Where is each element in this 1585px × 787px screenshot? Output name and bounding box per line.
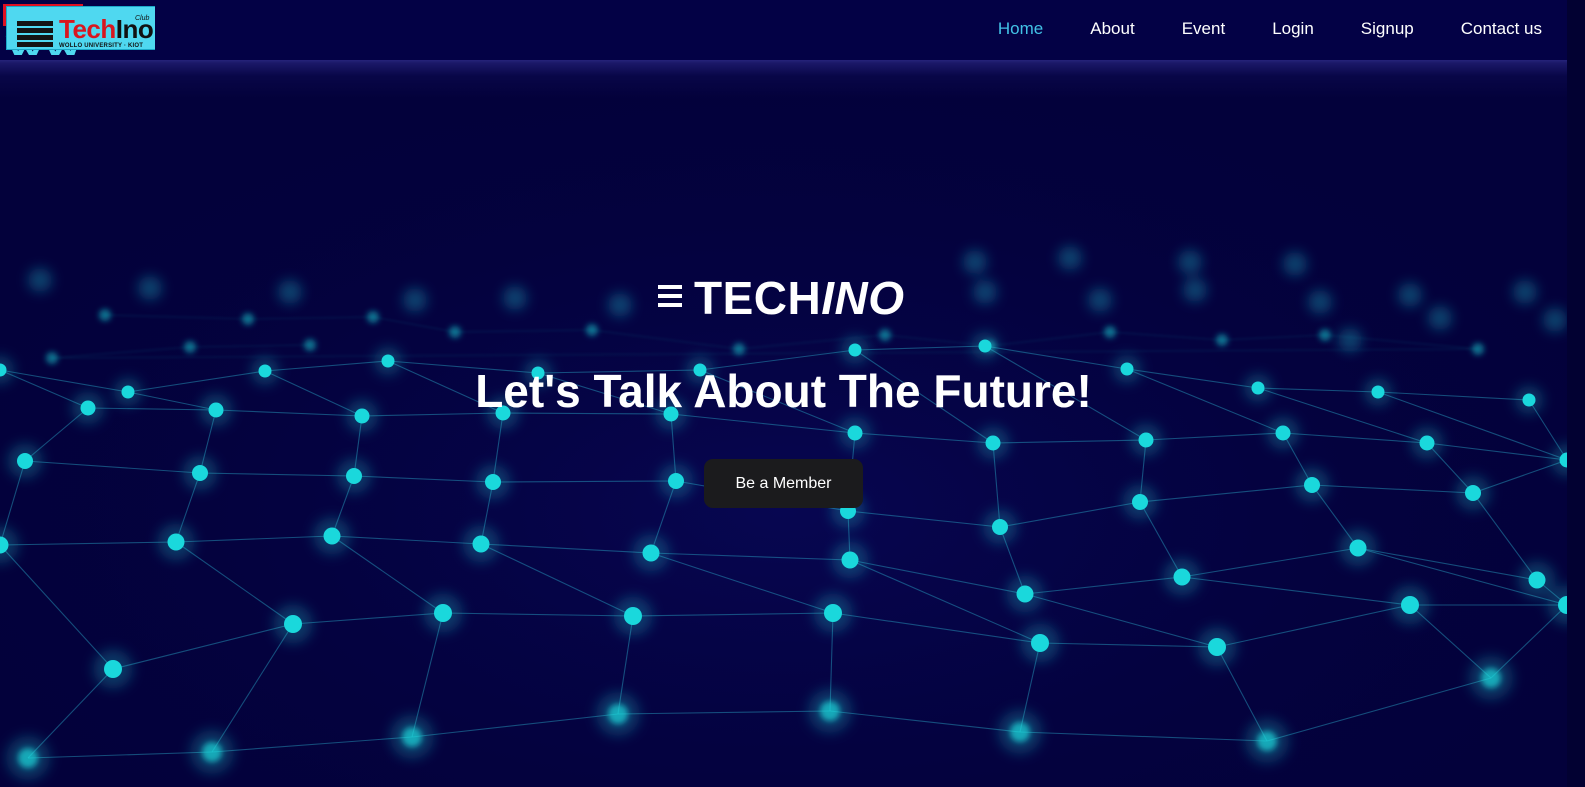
- hero-brand: TECH INO: [658, 272, 905, 324]
- hero-brand-ino: INO: [821, 272, 905, 324]
- menu-bars-icon: [658, 285, 682, 313]
- scrollbar[interactable]: [1567, 0, 1585, 787]
- hero-section: TECH INO Let's Talk About The Future! Be …: [0, 0, 1567, 787]
- hero-brand-tech: TECH: [694, 272, 822, 324]
- be-a-member-button[interactable]: Be a Member: [704, 459, 863, 508]
- hero-title: Let's Talk About The Future!: [475, 365, 1092, 417]
